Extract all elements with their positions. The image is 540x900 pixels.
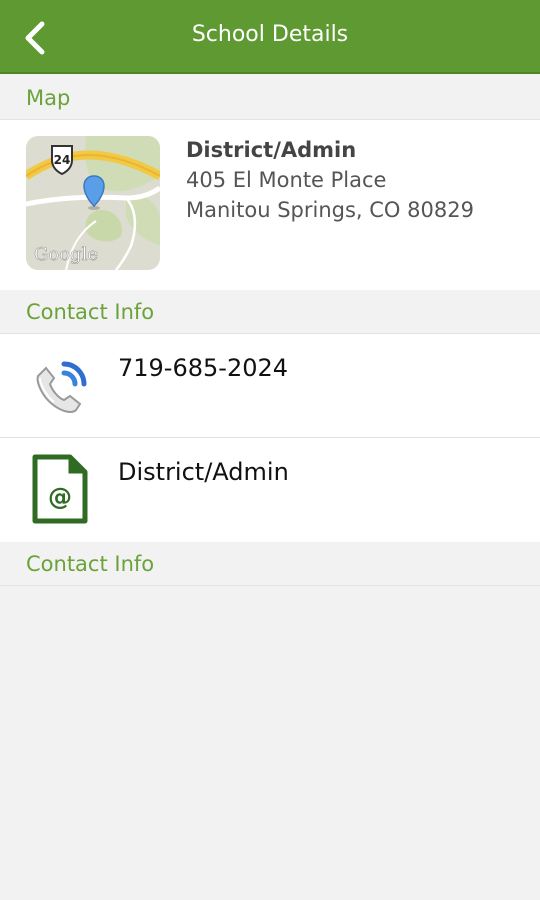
phone-icon — [30, 354, 92, 416]
contact-email-row[interactable]: @ District/Admin — [0, 438, 540, 542]
navigation-bar: School Details — [0, 0, 540, 74]
email-document-icon: @ — [32, 454, 88, 524]
section-header-map: Map — [0, 76, 540, 120]
svg-text:@: @ — [48, 483, 72, 511]
location-name: District/Admin — [186, 138, 357, 162]
address-line-2: Manitou Springs, CO 80829 — [186, 198, 474, 222]
contact-phone-row[interactable]: 719-685-2024 — [0, 334, 540, 438]
map-thumbnail[interactable]: 24 Google — [26, 136, 160, 270]
section-header-label: Contact Info — [26, 300, 155, 324]
phone-number: 719-685-2024 — [118, 354, 289, 382]
section-header-label: Contact Info — [26, 552, 155, 576]
page-title: School Details — [191, 22, 349, 47]
map-brand-label: Google — [34, 244, 98, 265]
section-header-label: Map — [26, 86, 71, 110]
address-line-1: 405 El Monte Place — [186, 168, 387, 192]
highway-shield-label: 24 — [54, 153, 71, 167]
section-header-contact-info: Contact Info — [0, 290, 540, 334]
section-header-contact-info-2: Contact Info — [0, 542, 540, 586]
map-address-row[interactable]: 24 Google District/Admin 405 El Monte Pl… — [0, 120, 540, 290]
email-contact-label: District/Admin — [118, 458, 289, 486]
